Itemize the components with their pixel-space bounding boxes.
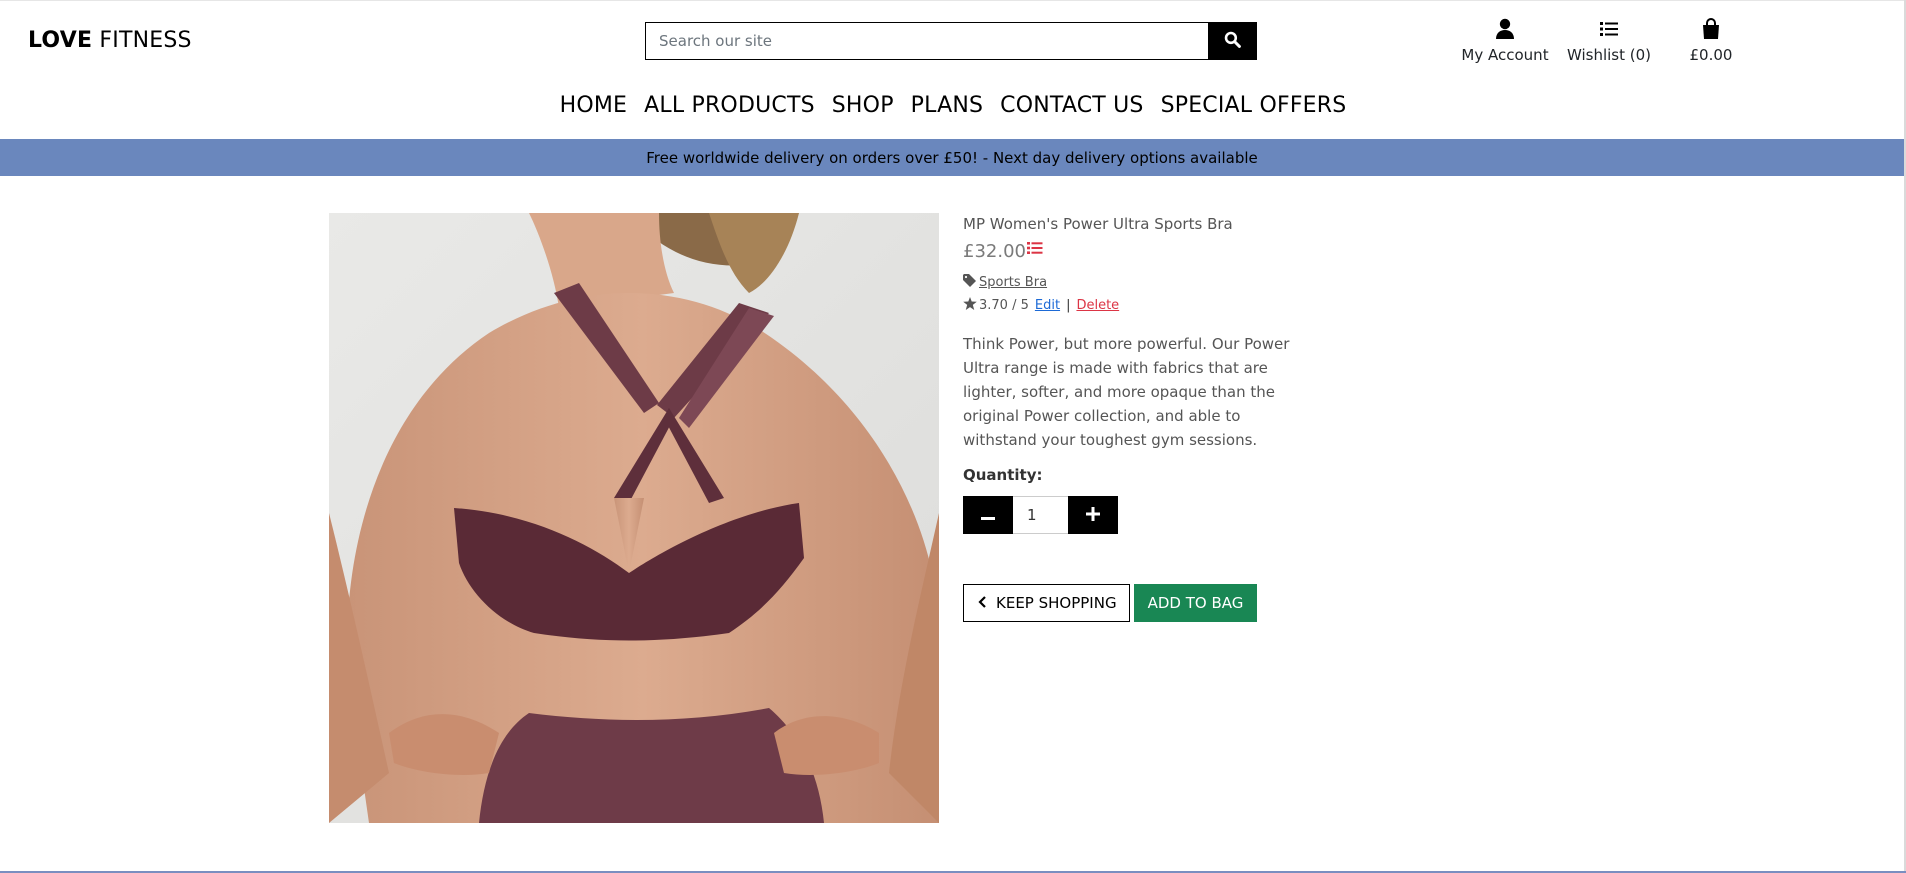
logo-word-love: LOVE — [28, 28, 93, 53]
quantity-label: Quantity: — [963, 466, 1043, 484]
star-icon — [963, 297, 977, 314]
tag-icon — [963, 274, 977, 291]
site-logo[interactable]: LOVE FITNESS — [28, 28, 192, 53]
link-separator: | — [1066, 298, 1071, 313]
rating-value: 3.70 / 5 — [979, 298, 1029, 313]
delete-product-link[interactable]: Delete — [1076, 298, 1119, 313]
product-price: £32.00 — [963, 241, 1026, 262]
increment-button[interactable] — [1068, 496, 1118, 534]
decrement-button[interactable] — [963, 496, 1013, 534]
my-account-label: My Account — [1461, 46, 1549, 64]
shopping-bag-icon — [1702, 16, 1720, 42]
page — [0, 0, 1906, 873]
my-account-link[interactable]: My Account — [1440, 16, 1570, 64]
nav-shop[interactable]: SHOP — [832, 93, 894, 118]
list-icon — [1600, 16, 1618, 42]
quantity-input[interactable] — [1013, 496, 1068, 534]
quantity-stepper — [963, 496, 1293, 534]
add-to-wishlist-icon[interactable] — [1026, 240, 1043, 259]
wishlist-label: Wishlist (0) — [1566, 46, 1652, 64]
search-input[interactable] — [645, 22, 1208, 60]
product-description: Think Power, but more powerful. Our Powe… — [963, 335, 1290, 449]
chevron-left-icon — [978, 594, 986, 612]
search-button[interactable] — [1208, 22, 1257, 60]
plus-icon — [1086, 506, 1100, 525]
keep-shopping-label: KEEP SHOPPING — [996, 594, 1117, 612]
bag-total: £0.00 — [1689, 46, 1733, 64]
product-rating: 3.70 / 5 Edit | Delete — [963, 297, 1293, 314]
nav-home[interactable]: HOME — [560, 93, 628, 118]
nav-contact-us[interactable]: CONTACT US — [1000, 93, 1143, 118]
price-row: £32.00 — [963, 241, 1293, 262]
delivery-banner-text: Free worldwide delivery on orders over £… — [646, 148, 1258, 167]
keep-shopping-button[interactable]: KEEP SHOPPING — [963, 584, 1130, 622]
shopping-bag-link[interactable]: £0.00 — [1686, 16, 1736, 64]
search-form — [645, 22, 1257, 60]
add-to-bag-button[interactable]: ADD TO BAG — [1133, 584, 1258, 622]
add-to-bag-label: ADD TO BAG — [1147, 594, 1244, 612]
nav-special-offers[interactable]: SPECIAL OFFERS — [1161, 93, 1347, 118]
product-photo — [329, 213, 939, 823]
delivery-banner: Free worldwide delivery on orders over £… — [0, 139, 1904, 176]
product-details: MP Women's Power Ultra Sports Bra £32.00… — [963, 213, 1293, 622]
minus-icon — [981, 506, 995, 525]
wishlist-link[interactable]: Wishlist (0) — [1563, 16, 1655, 64]
product-image — [329, 213, 939, 823]
user-icon — [1495, 16, 1515, 42]
logo-word-fitness: FITNESS — [99, 28, 192, 53]
nav-plans[interactable]: PLANS — [911, 93, 984, 118]
product-actions: KEEP SHOPPING ADD TO BAG — [963, 584, 1293, 622]
edit-product-link[interactable]: Edit — [1035, 298, 1060, 313]
main-navigation: HOME ALL PRODUCTS SHOP PLANS CONTACT US … — [0, 93, 1906, 118]
category-link[interactable]: Sports Bra — [979, 275, 1047, 290]
product-category: Sports Bra — [963, 274, 1293, 291]
product-name: MP Women's Power Ultra Sports Bra — [963, 215, 1233, 233]
nav-all-products[interactable]: ALL PRODUCTS — [644, 93, 815, 118]
search-icon — [1224, 31, 1241, 52]
